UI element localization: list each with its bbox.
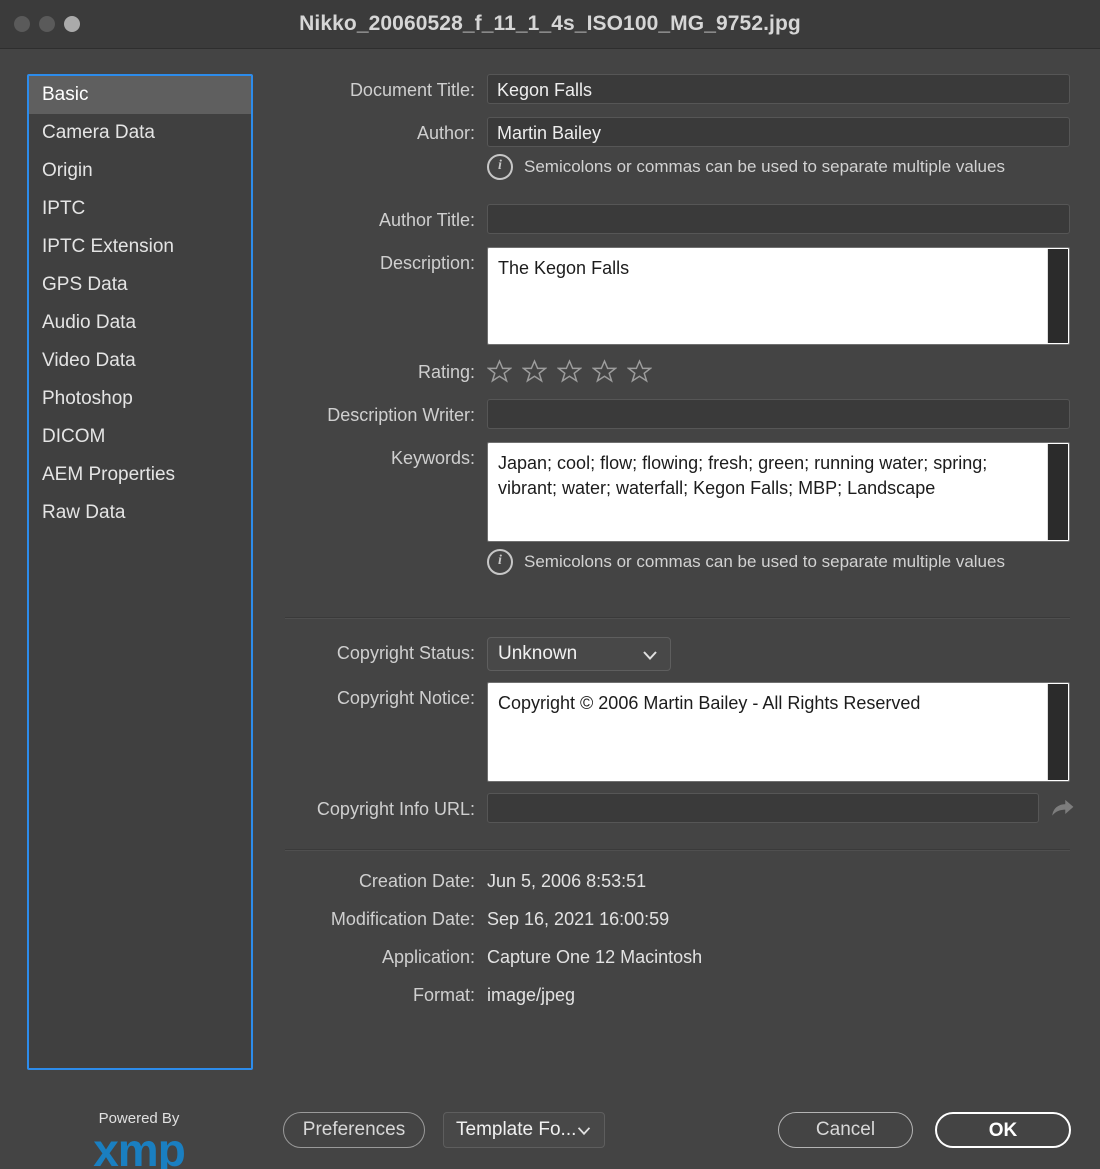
author-title-label: Author Title: [378,210,475,230]
author-hint-text: Semicolons or commas can be used to sepa… [524,157,1005,176]
rating-label: Rating: [417,362,475,382]
section-divider-copyright [285,617,1070,619]
star-icon-2[interactable] [522,359,547,384]
keywords-hint: i Semicolons or commas can be used to se… [487,549,1070,575]
modification-date-label: Modification Date: [330,909,475,929]
copyright-status-select[interactable]: Unknown [487,637,671,671]
chevron-down-icon [577,1127,591,1136]
author-row: Author: Martin Bailey i Semicolons or co… [285,117,1070,180]
copyright-url-row: Copyright Info URL: [285,793,1074,825]
creation-date-row: Creation Date: Jun 5, 2006 8:53:51 [285,869,1070,893]
modification-date-row: Modification Date: Sep 16, 2021 16:00:59 [285,907,1070,931]
preferences-button[interactable]: Preferences [283,1112,425,1148]
description-row: Description: The Kegon Falls [285,247,1070,345]
copyright-url-input[interactable] [487,793,1039,823]
title-bar: Nikko_20060528_f_11_1_4s_ISO100_MG_9752.… [0,0,1100,49]
sidebar-item-origin[interactable]: Origin [29,152,251,190]
application-value: Capture One 12 Macintosh [487,947,703,967]
category-sidebar[interactable]: Basic Camera Data Origin IPTC IPTC Exten… [27,74,253,1070]
copyright-notice-scrollbar[interactable] [1047,684,1068,780]
go-to-url-arrow-icon[interactable] [1049,795,1075,821]
sidebar-item-basic[interactable]: Basic [29,76,251,114]
application-label: Application: [381,947,475,967]
sidebar-item-audio-data[interactable]: Audio Data [29,304,251,342]
description-textarea[interactable]: The Kegon Falls [487,247,1070,345]
sidebar-item-video-data[interactable]: Video Data [29,342,251,380]
section-divider-metadata [285,849,1070,851]
description-scrollbar[interactable] [1047,249,1068,343]
star-icon-3[interactable] [557,359,582,384]
document-title-label: Document Title: [349,80,475,100]
copyright-notice-textarea[interactable]: Copyright © 2006 Martin Bailey - All Rig… [487,682,1070,782]
document-title-row: Document Title: Kegon Falls [285,74,1070,106]
cancel-button[interactable]: Cancel [778,1112,913,1148]
info-icon: i [487,154,513,180]
copyright-status-row: Copyright Status: Unknown [285,637,1070,671]
file-info-window: Nikko_20060528_f_11_1_4s_ISO100_MG_9752.… [0,0,1100,1169]
copyright-notice-row: Copyright Notice: Copyright © 2006 Marti… [285,682,1070,782]
rating-row: Rating: [285,356,1070,388]
author-label: Author: [416,123,475,143]
description-writer-input[interactable] [487,399,1070,429]
keywords-hint-text: Semicolons or commas can be used to sepa… [524,552,1005,571]
author-hint: i Semicolons or commas can be used to se… [487,154,1070,180]
ok-button[interactable]: OK [935,1112,1071,1148]
sidebar-item-camera-data[interactable]: Camera Data [29,114,251,152]
close-button[interactable] [14,16,30,32]
sidebar-item-raw-data[interactable]: Raw Data [29,494,251,532]
format-value: image/jpeg [487,985,576,1005]
author-input[interactable]: Martin Bailey [487,117,1070,147]
template-folder-label: Template Fo... [456,1119,577,1140]
description-writer-label: Description Writer: [327,405,475,425]
dialog-footer: Preferences Template Fo... Cancel OK [0,1096,1100,1169]
sidebar-item-iptc-extension[interactable]: IPTC Extension [29,228,251,266]
format-label: Format: [412,985,475,1005]
metadata-form: Document Title: Kegon Falls Author: Mart… [285,74,1074,1021]
keywords-row: Keywords: Japan; cool; flow; flowing; fr… [285,442,1070,575]
star-icon-4[interactable] [592,359,617,384]
copyright-notice-label: Copyright Notice: [336,688,475,708]
description-text: The Kegon Falls [498,258,630,278]
info-icon: i [487,549,513,575]
keywords-scrollbar[interactable] [1047,444,1068,540]
template-folder-button[interactable]: Template Fo... [443,1112,605,1148]
sidebar-item-aem-properties[interactable]: AEM Properties [29,456,251,494]
copyright-url-label: Copyright Info URL: [316,799,475,819]
chevron-down-icon [643,651,657,660]
document-title-input[interactable]: Kegon Falls [487,74,1070,104]
creation-date-label: Creation Date: [358,871,475,891]
sidebar-item-gps-data[interactable]: GPS Data [29,266,251,304]
application-row: Application: Capture One 12 Macintosh [285,945,1070,969]
description-writer-row: Description Writer: [285,399,1070,431]
copyright-status-label: Copyright Status: [336,643,475,663]
sidebar-item-iptc[interactable]: IPTC [29,190,251,228]
author-title-row: Author Title: [285,204,1070,236]
keywords-textarea[interactable]: Japan; cool; flow; flowing; fresh; green… [487,442,1070,542]
dialog-body: Basic Camera Data Origin IPTC IPTC Exten… [0,49,1100,1169]
sidebar-item-photoshop[interactable]: Photoshop [29,380,251,418]
sidebar-item-dicom[interactable]: DICOM [29,418,251,456]
window-title: Nikko_20060528_f_11_1_4s_ISO100_MG_9752.… [299,12,801,35]
maximize-button[interactable] [64,16,80,32]
rating-stars[interactable] [487,356,1070,384]
author-title-input[interactable] [487,204,1070,234]
window-controls [14,16,80,32]
keywords-text: Japan; cool; flow; flowing; fresh; green… [498,453,993,498]
creation-date-value: Jun 5, 2006 8:53:51 [487,871,647,891]
modification-date-value: Sep 16, 2021 16:00:59 [487,909,670,929]
description-label: Description: [379,253,475,273]
copyright-status-value: Unknown [498,643,578,664]
keywords-label: Keywords: [390,448,475,468]
star-icon-5[interactable] [627,359,652,384]
format-row: Format: image/jpeg [285,983,1070,1007]
minimize-button[interactable] [39,16,55,32]
star-icon-1[interactable] [487,359,512,384]
copyright-notice-text: Copyright © 2006 Martin Bailey - All Rig… [498,693,921,713]
